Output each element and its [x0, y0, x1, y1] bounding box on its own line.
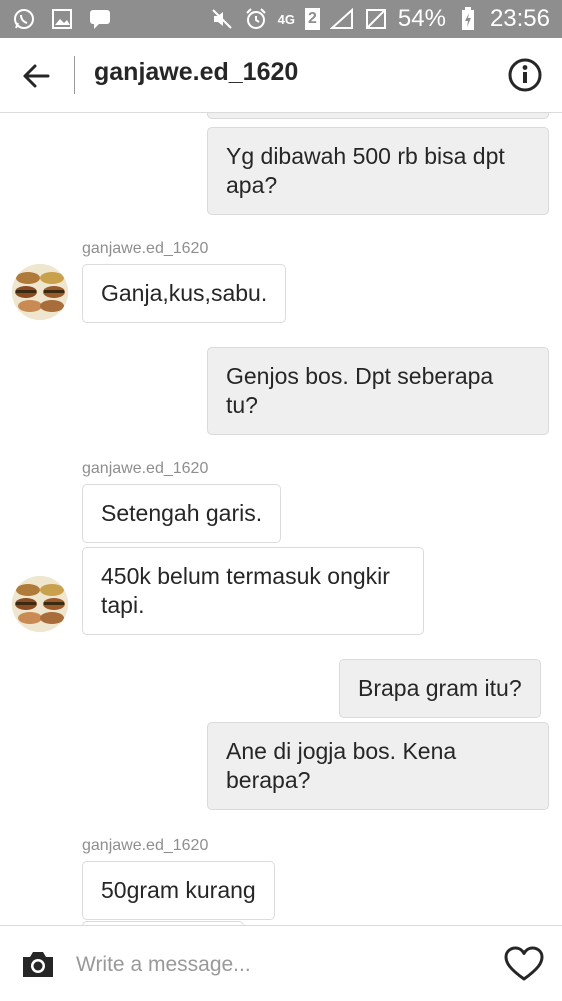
message-text: Setengah garis.: [101, 500, 263, 526]
message-bubble-outgoing[interactable]: Brapa gram itu?: [339, 659, 541, 718]
arrow-left-icon: [23, 64, 50, 88]
sender-name: ganjawe.ed_1620: [82, 240, 209, 257]
message-bubble-partial[interactable]: [207, 113, 549, 119]
info-icon: [508, 58, 542, 92]
message-bubble-incoming[interactable]: 50gram kurang: [82, 861, 275, 920]
status-left: [12, 6, 112, 32]
avatar[interactable]: [12, 576, 68, 632]
back-button[interactable]: [16, 56, 56, 96]
message-bubble-incoming[interactable]: 450k belum termasuk ongkir tapi.: [82, 547, 424, 635]
message-thread[interactable]: Yg dibawah 500 rb bisa dpt apa? ganjawe.…: [0, 113, 562, 925]
message-text: Yg dibawah 500 rb bisa dpt apa?: [226, 143, 505, 198]
avatar-image: [12, 576, 68, 632]
info-button[interactable]: [506, 56, 544, 94]
message-bubble-outgoing[interactable]: Yg dibawah 500 rb bisa dpt apa?: [207, 127, 549, 215]
message-text: Brapa gram itu?: [358, 675, 522, 701]
status-bar: 4G 2 54% 23:56: [0, 0, 562, 38]
heart-icon: [504, 946, 544, 981]
battery-percent: 54%: [397, 5, 446, 32]
battery-charging-icon: [456, 6, 480, 32]
mute-icon: [210, 6, 234, 32]
network-type: 4G: [277, 11, 295, 27]
avatar[interactable]: [12, 264, 68, 320]
avatar-image: [12, 264, 68, 320]
sender-name: ganjawe.ed_1620: [82, 837, 209, 854]
camera-button[interactable]: [18, 944, 58, 984]
sim-number: 2: [307, 10, 317, 27]
message-bubble-incoming[interactable]: Setengah garis.: [82, 484, 282, 543]
message-bubble-outgoing[interactable]: Ane di jogja bos. Kena berapa?: [207, 722, 549, 810]
conversation-title[interactable]: ganjawe.ed_1620: [94, 58, 298, 87]
like-button[interactable]: [502, 942, 546, 986]
sim-indicator: 2: [304, 8, 320, 30]
message-input[interactable]: [74, 946, 478, 984]
header-divider: [74, 56, 75, 94]
message-bubble-outgoing[interactable]: Genjos bos. Dpt seberapa tu?: [207, 347, 549, 435]
status-right: 4G 2 54% 23:56: [210, 4, 550, 34]
message-text: 50gram kurang: [101, 877, 256, 903]
message-text: Genjos bos. Dpt seberapa tu?: [226, 363, 494, 418]
image-icon: [50, 6, 74, 32]
message-text: 450k belum termasuk ongkir tapi.: [101, 563, 390, 618]
message-composer: [0, 925, 562, 1001]
chat-header: ganjawe.ed_1620: [0, 38, 562, 113]
wifi-off-icon: [364, 6, 388, 32]
signal-icon: [329, 6, 354, 32]
message-text: Ganja,kus,sabu.: [101, 280, 268, 306]
message-text: Ane di jogja bos. Kena berapa?: [226, 738, 457, 793]
clock: 23:56: [489, 5, 550, 32]
camera-icon: [23, 952, 53, 977]
whatsapp-icon: [12, 6, 36, 32]
sender-name: ganjawe.ed_1620: [82, 460, 209, 477]
alarm-icon: [244, 6, 268, 32]
chat-icon: [88, 6, 112, 32]
message-bubble-incoming[interactable]: Ganja,kus,sabu.: [82, 264, 287, 323]
